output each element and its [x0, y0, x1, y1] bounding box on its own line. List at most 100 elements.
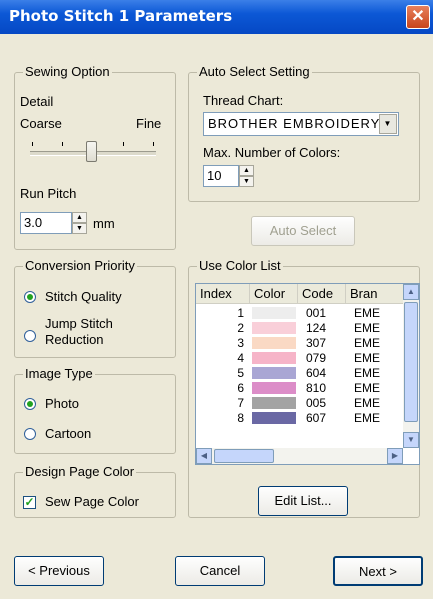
- row-index: 7: [237, 396, 244, 410]
- row-color-swatch: [252, 337, 296, 349]
- row-code: 604: [306, 366, 327, 380]
- jump-stitch-label-line1: Jump Stitch: [45, 316, 113, 331]
- color-list-legend: Use Color List: [197, 258, 283, 273]
- thread-chart-select[interactable]: BROTHER EMBROIDERY ▼: [203, 112, 399, 136]
- jump-stitch-label-line2: Reduction: [45, 332, 104, 347]
- row-index: 8: [237, 411, 244, 425]
- slider-tick: [153, 142, 154, 146]
- row-code: 001: [306, 306, 327, 320]
- slider-tick: [32, 142, 33, 146]
- vertical-scroll-thumb[interactable]: [404, 302, 418, 422]
- dropdown-arrow-icon[interactable]: ▼: [379, 114, 397, 134]
- auto-select-button[interactable]: Auto Select: [251, 216, 355, 246]
- row-color-swatch: [252, 367, 296, 379]
- coarse-label: Coarse: [20, 116, 62, 131]
- next-button[interactable]: Next >: [333, 556, 423, 586]
- list-item[interactable]: 3 307 EME: [196, 336, 406, 350]
- list-item[interactable]: 6 810 EME: [196, 381, 406, 395]
- list-item[interactable]: 8 607 EME: [196, 411, 406, 425]
- row-index: 5: [237, 366, 244, 380]
- scroll-right-icon[interactable]: ▶: [387, 448, 403, 464]
- spin-up-icon[interactable]: ▲: [72, 212, 87, 223]
- row-code: 607: [306, 411, 327, 425]
- image-type-group: Image Type: [14, 366, 176, 454]
- slider-thumb[interactable]: [86, 141, 97, 162]
- spin-down-icon[interactable]: ▼: [72, 223, 87, 234]
- stitch-quality-radio[interactable]: [24, 291, 36, 303]
- row-code: 124: [306, 321, 327, 335]
- horizontal-scroll-thumb[interactable]: [214, 449, 274, 463]
- scroll-down-icon[interactable]: ▼: [403, 432, 419, 448]
- previous-button[interactable]: < Previous: [14, 556, 104, 586]
- row-index: 3: [237, 336, 244, 350]
- row-index: 4: [237, 351, 244, 365]
- list-item[interactable]: 4 079 EME: [196, 351, 406, 365]
- spin-down-icon[interactable]: ▼: [239, 176, 254, 187]
- scroll-up-icon[interactable]: ▲: [403, 284, 419, 300]
- photo-label: Photo: [45, 396, 79, 411]
- color-list[interactable]: Index Color Code Bran 1 001 EME 2 124 EME 3 307…: [195, 283, 420, 465]
- detail-label: Detail: [20, 94, 54, 109]
- title-bar[interactable]: Photo Stitch 1 Parameters ✕: [0, 0, 433, 34]
- row-code: 307: [306, 336, 327, 350]
- cartoon-radio[interactable]: [24, 428, 36, 440]
- run-pitch-input[interactable]: 3.0: [20, 212, 72, 234]
- row-color-swatch: [252, 322, 296, 334]
- row-color-swatch: [252, 397, 296, 409]
- run-pitch-spinner[interactable]: ▲ ▼: [72, 212, 87, 234]
- cancel-button[interactable]: Cancel: [175, 556, 265, 586]
- column-header-brand[interactable]: Bran: [346, 284, 404, 304]
- slider-tick: [123, 142, 124, 146]
- row-brand: EME: [354, 396, 381, 410]
- row-index: 2: [237, 321, 244, 335]
- fine-label: Fine: [136, 116, 162, 131]
- row-color-swatch: [252, 352, 296, 364]
- run-pitch-unit: mm: [93, 216, 115, 231]
- row-brand: EME: [354, 336, 381, 350]
- row-brand: EME: [354, 351, 381, 365]
- list-item[interactable]: 7 005 EME: [196, 396, 406, 410]
- horizontal-scrollbar[interactable]: ◀ ▶: [196, 448, 403, 464]
- row-code: 005: [306, 396, 327, 410]
- design-page-color-legend: Design Page Color: [23, 464, 137, 479]
- row-brand: EME: [354, 411, 381, 425]
- close-icon: ✕: [411, 8, 425, 25]
- list-item[interactable]: 5 604 EME: [196, 366, 406, 380]
- list-item[interactable]: 1 001 EME: [196, 306, 406, 320]
- conversion-priority-legend: Conversion Priority: [23, 258, 137, 273]
- run-pitch-label: Run Pitch: [20, 186, 77, 201]
- photo-radio[interactable]: [24, 398, 36, 410]
- sew-page-color-label: Sew Page Color: [45, 494, 139, 509]
- edit-list-button[interactable]: Edit List...: [258, 486, 348, 516]
- max-colors-input[interactable]: 10: [203, 165, 239, 187]
- row-index: 6: [237, 381, 244, 395]
- close-button[interactable]: ✕: [406, 5, 430, 29]
- row-code: 810: [306, 381, 327, 395]
- thread-chart-label: Thread Chart:: [203, 93, 284, 108]
- sewing-option-legend: Sewing Option: [23, 64, 112, 79]
- max-colors-label: Max. Number of Colors:: [203, 145, 341, 160]
- jump-stitch-radio[interactable]: [24, 330, 36, 342]
- sew-page-color-checkbox[interactable]: ✓: [23, 496, 36, 509]
- row-brand: EME: [354, 381, 381, 395]
- column-header-index[interactable]: Index: [196, 284, 250, 304]
- row-index: 1: [237, 306, 244, 320]
- max-colors-spinner[interactable]: ▲ ▼: [239, 165, 254, 187]
- row-color-swatch: [252, 382, 296, 394]
- vertical-scrollbar[interactable]: ▲ ▼: [403, 284, 419, 448]
- slider-tick: [62, 142, 63, 146]
- scroll-left-icon[interactable]: ◀: [196, 448, 212, 464]
- spin-up-icon[interactable]: ▲: [239, 165, 254, 176]
- row-color-swatch: [252, 412, 296, 424]
- row-brand: EME: [354, 366, 381, 380]
- row-color-swatch: [252, 307, 296, 319]
- column-header-code[interactable]: Code: [298, 284, 346, 304]
- list-item[interactable]: 2 124 EME: [196, 321, 406, 335]
- cartoon-label: Cartoon: [45, 426, 92, 441]
- column-header-color[interactable]: Color: [250, 284, 298, 304]
- detail-slider[interactable]: [30, 138, 156, 168]
- row-brand: EME: [354, 306, 381, 320]
- row-brand: EME: [354, 321, 381, 335]
- stitch-quality-label: Stitch Quality: [45, 289, 122, 304]
- window-title: Photo Stitch 1 Parameters: [9, 7, 233, 25]
